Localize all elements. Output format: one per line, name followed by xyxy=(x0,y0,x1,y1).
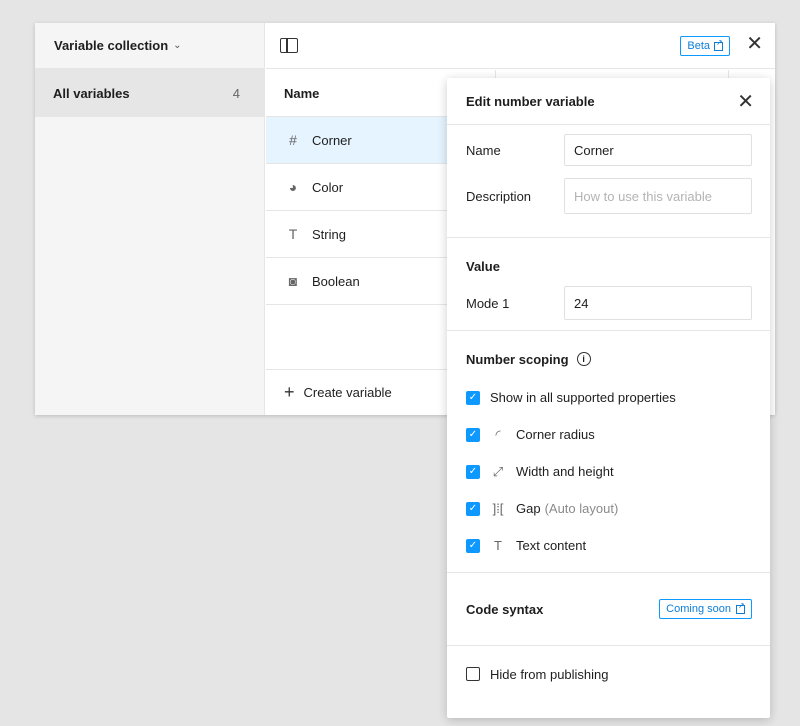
scope-note: (Auto layout) xyxy=(544,501,619,516)
checkbox-checked-icon[interactable]: ✓ xyxy=(466,464,480,479)
coming-soon-label: Coming soon xyxy=(666,603,731,615)
external-link-icon xyxy=(736,601,745,614)
scope-show-all[interactable]: ✓ Show in all supported properties xyxy=(466,379,752,416)
mode-field-row: Mode 1 xyxy=(466,286,752,320)
code-syntax-title: Code syntax xyxy=(466,601,544,617)
number-hash-icon: # xyxy=(289,132,297,148)
mode-label: Mode 1 xyxy=(466,295,510,311)
plus-icon: + xyxy=(284,382,295,402)
name-label: Name xyxy=(466,142,501,158)
collection-dropdown[interactable]: Variable collection ⌄ xyxy=(35,23,264,69)
info-icon[interactable]: i xyxy=(576,352,591,366)
gap-icon: ]⁞[ xyxy=(492,501,504,516)
text-icon: T xyxy=(288,226,298,242)
collection-sidebar: Variable collection ⌄ All variables 4 xyxy=(35,23,265,415)
sidebar-item-all-variables[interactable]: All variables 4 xyxy=(35,69,264,117)
row-label: String xyxy=(312,226,346,242)
window-toolbar: Beta ✕ xyxy=(266,23,775,69)
description-label: Description xyxy=(466,188,532,204)
text-icon: T xyxy=(494,538,502,553)
checkbox-checked-icon[interactable]: ✓ xyxy=(466,390,480,405)
scope-label: Gap xyxy=(516,501,541,516)
scope-label: Text content xyxy=(516,538,587,553)
beta-button[interactable]: Beta xyxy=(680,36,730,56)
boolean-toggle-icon: ◙ xyxy=(288,273,298,289)
collection-title: Variable collection xyxy=(54,38,169,53)
variables-count: 4 xyxy=(232,85,240,101)
row-label: Boolean xyxy=(312,273,360,289)
description-field-row: Description xyxy=(466,173,752,219)
details-section: Name Description xyxy=(447,125,770,238)
publishing-section: Hide from publishing xyxy=(447,646,770,702)
name-input[interactable] xyxy=(564,134,752,166)
scope-label: Show in all supported properties xyxy=(490,390,676,405)
checkbox-checked-icon[interactable]: ✓ xyxy=(466,427,480,442)
checkbox-checked-icon[interactable]: ✓ xyxy=(466,538,480,553)
value-title: Value xyxy=(466,258,500,274)
close-window-icon[interactable]: ✕ xyxy=(746,34,763,54)
scope-width-height[interactable]: ✓ ⤢ Width and height xyxy=(466,453,752,490)
row-label: Color xyxy=(312,179,344,195)
palette-icon: ◕ xyxy=(288,179,298,195)
scoping-section: Number scoping i ✓ Show in all supported… xyxy=(447,331,770,573)
edit-variable-popover: Edit number variable ✕ Name Description … xyxy=(447,78,770,718)
scope-label: Corner radius xyxy=(516,427,595,442)
hide-publishing-label: Hide from publishing xyxy=(490,666,609,682)
scoping-title: Number scoping xyxy=(466,351,569,367)
scope-gap[interactable]: ✓ ]⁞[ Gap (Auto layout) xyxy=(466,490,752,527)
description-input[interactable] xyxy=(564,178,752,214)
checkbox-checked-icon[interactable]: ✓ xyxy=(466,501,480,516)
external-link-icon xyxy=(714,38,723,51)
chevron-down-icon: ⌄ xyxy=(173,40,182,51)
scoping-title-row: Number scoping i xyxy=(466,339,752,379)
scope-label: Width and height xyxy=(516,464,614,479)
row-label: Corner xyxy=(312,132,352,148)
popover-title: Edit number variable xyxy=(466,93,595,109)
resize-diagonal-icon: ⤢ xyxy=(492,463,504,479)
code-syntax-section: Code syntax Coming soon xyxy=(447,573,770,646)
close-icon[interactable]: ✕ xyxy=(737,89,754,114)
create-variable-label: Create variable xyxy=(303,385,392,400)
scope-corner-radius[interactable]: ✓ ◜ Corner radius xyxy=(466,416,752,453)
scope-text-content[interactable]: ✓ T Text content xyxy=(466,527,752,564)
popover-header: Edit number variable ✕ xyxy=(447,78,770,125)
corner-radius-icon: ◜ xyxy=(495,426,501,442)
all-variables-label: All variables xyxy=(53,85,130,101)
coming-soon-button[interactable]: Coming soon xyxy=(659,599,752,619)
mode-value-input[interactable] xyxy=(564,286,752,320)
beta-label: Beta xyxy=(687,40,710,52)
hide-from-publishing-option[interactable]: Hide from publishing xyxy=(466,656,609,693)
checkbox-unchecked-icon[interactable] xyxy=(466,667,480,681)
name-field-row: Name xyxy=(466,127,752,173)
value-section: Value Mode 1 xyxy=(447,238,770,331)
sidebar-toggle-icon[interactable] xyxy=(280,38,298,53)
